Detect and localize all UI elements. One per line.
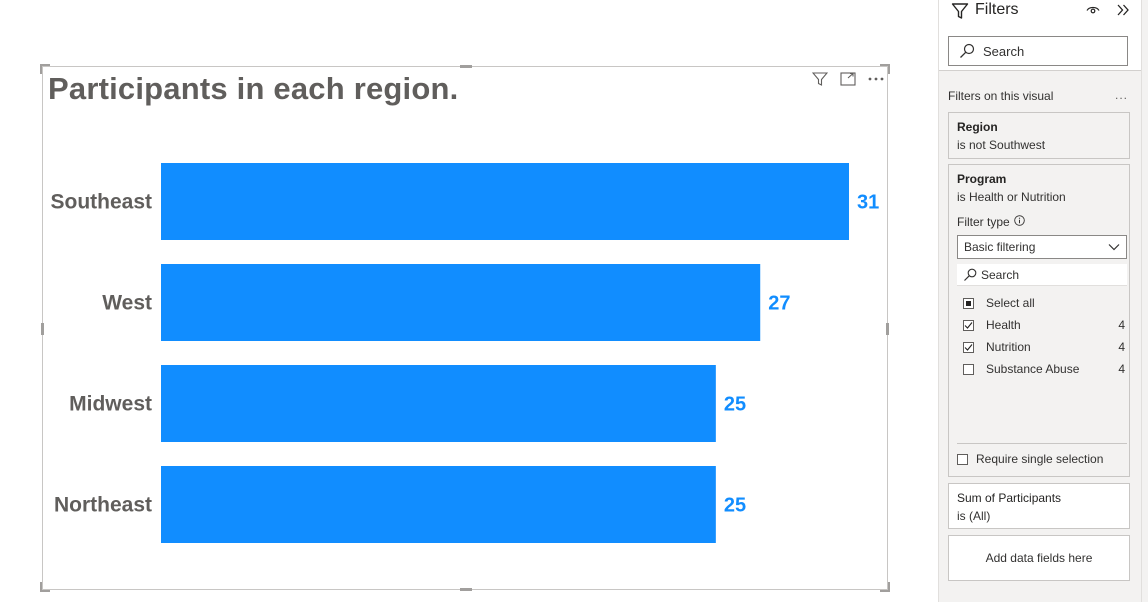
filter-type-text: Filter type [957, 215, 1010, 229]
bar-chart-visual[interactable]: Participants in each region. Southeast 31… [40, 64, 890, 592]
info-icon[interactable] [1013, 215, 1025, 229]
chart-plot-area: Southeast 31 West 27 Midwest 25 Northeast 25 [50, 163, 879, 543]
category-label: West [102, 292, 152, 315]
filter-option[interactable]: Nutrition 4 [963, 338, 1125, 356]
option-count: 4 [1118, 362, 1125, 376]
region-filter-condition: is not Southwest [957, 138, 1046, 152]
option-count: 4 [1118, 340, 1125, 354]
section-more-button[interactable]: ... [1115, 88, 1128, 102]
category-label: Midwest [69, 393, 152, 416]
filter-type-label: Filter type [957, 215, 1025, 229]
require-single-selection-option[interactable]: Require single selection [957, 452, 1103, 466]
require-single-checkbox[interactable] [957, 453, 968, 465]
region-filter-card[interactable]: Region is not Southwest [948, 112, 1130, 159]
nutrition-checkbox[interactable] [963, 341, 974, 353]
filter-type-dropdown[interactable]: Basic filtering [957, 235, 1127, 259]
data-label: 25 [724, 394, 746, 416]
bar-southeast[interactable] [161, 163, 849, 240]
add-data-fields-dropzone[interactable]: Add data fields here [948, 535, 1130, 581]
filter-type-value: Basic filtering [964, 240, 1036, 254]
select-all-option[interactable]: Select all [963, 294, 1125, 312]
bar-northeast[interactable] [161, 466, 716, 543]
sum-filter-condition: is (All) [957, 509, 991, 523]
category-label: Southeast [50, 191, 152, 214]
category-label: Northeast [54, 494, 152, 517]
bar-midwest[interactable] [161, 365, 716, 442]
health-checkbox[interactable] [963, 319, 974, 331]
collapse-pane-icon[interactable] [1115, 2, 1131, 23]
search-icon [959, 43, 975, 59]
search-icon [963, 268, 977, 282]
option-label: Nutrition [986, 340, 1031, 354]
option-label: Substance Abuse [986, 362, 1080, 376]
program-search-input[interactable]: Search [957, 264, 1127, 286]
program-filter-condition: is Health or Nutrition [957, 190, 1066, 204]
program-filter-card: Program is Health or Nutrition Filter ty… [948, 164, 1130, 477]
filters-pane: Filters Search Filters on this visual ..… [938, 0, 1142, 602]
region-filter-title: Region [957, 120, 998, 134]
bar-west[interactable] [161, 264, 761, 341]
filter-funnel-icon [951, 2, 969, 25]
sum-filter-title: Sum of Participants [957, 491, 1062, 505]
add-data-fields-label: Add data fields here [985, 551, 1093, 565]
program-filter-title[interactable]: Program [957, 172, 1006, 186]
option-count: 4 [1118, 318, 1125, 332]
require-single-label: Require single selection [976, 452, 1104, 466]
substance-abuse-checkbox[interactable] [963, 363, 974, 375]
select-all-label: Select all [986, 296, 1035, 310]
option-label: Health [986, 318, 1021, 332]
data-label: 31 [857, 192, 879, 214]
filters-search-input[interactable]: Search [948, 36, 1128, 66]
filters-pane-title: Filters [975, 1, 1019, 18]
divider [957, 443, 1127, 444]
search-placeholder: Search [983, 43, 1025, 59]
filter-option[interactable]: Substance Abuse 4 [963, 360, 1125, 378]
program-search-placeholder: Search [981, 267, 1020, 282]
filters-pane-header: Filters Search [939, 0, 1142, 71]
eye-icon[interactable] [1086, 3, 1100, 22]
filters-on-visual-label: Filters on this visual [948, 89, 1054, 103]
select-all-checkbox[interactable] [963, 297, 974, 309]
data-label: 27 [768, 293, 790, 315]
sum-participants-filter-card[interactable]: Sum of Participants is (All) [948, 483, 1130, 529]
chevron-down-icon [1108, 243, 1120, 251]
collapsed-panes-strip [1141, 0, 1148, 602]
filter-option[interactable]: Health 4 [963, 316, 1125, 334]
data-label: 25 [724, 495, 746, 517]
